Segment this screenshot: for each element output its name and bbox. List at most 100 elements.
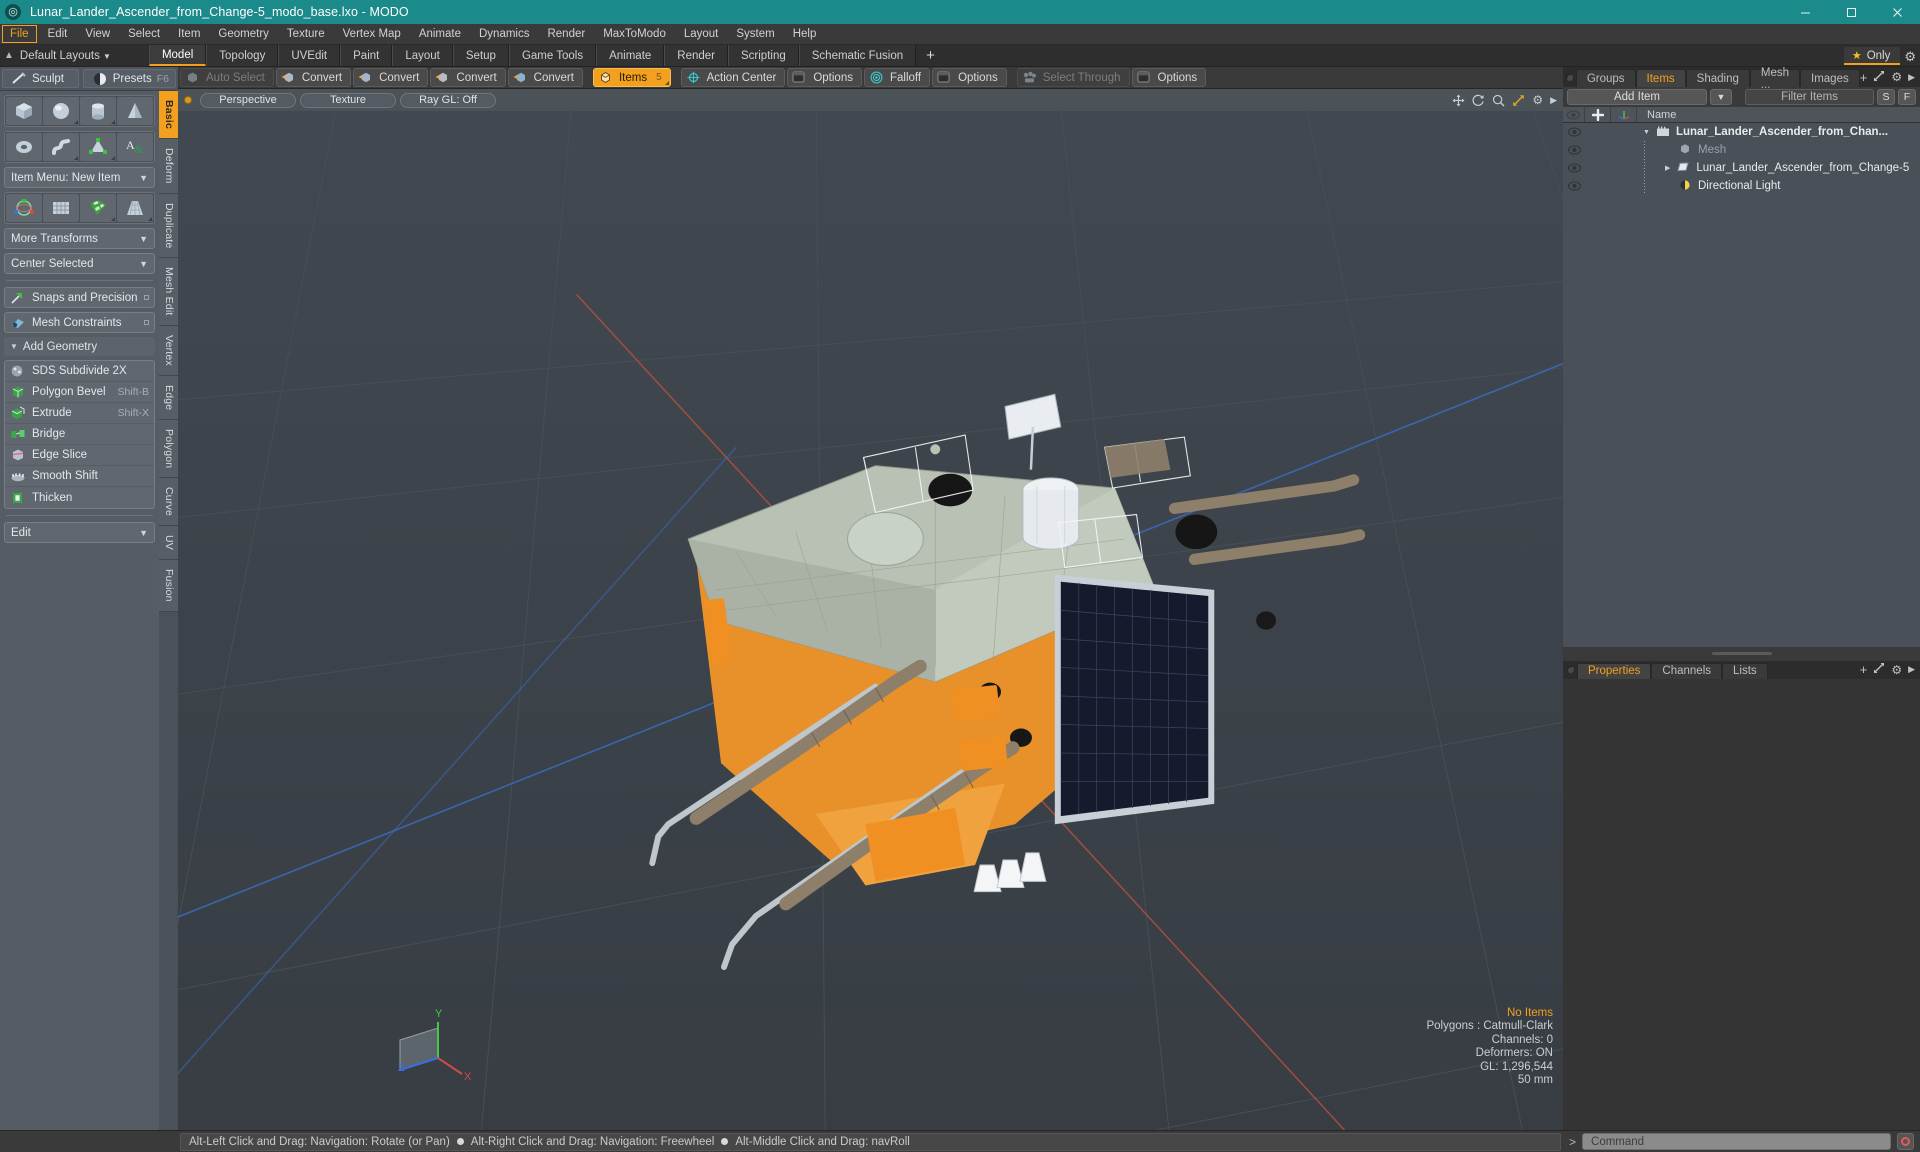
add-item-button[interactable]: Add Item xyxy=(1567,89,1707,105)
menu-item-dynamics[interactable]: Dynamics xyxy=(470,24,538,44)
table-row[interactable]: ▶ Lunar_Lander_Ascender_from_Change-5 xyxy=(1563,159,1920,177)
toolbar-button-convert-4[interactable]: Convert xyxy=(507,68,583,87)
menu-item-edit[interactable]: Edit xyxy=(39,24,77,44)
add-geometry-section[interactable]: ▼ Add Geometry xyxy=(4,337,155,356)
menu-item-file[interactable]: File xyxy=(2,25,37,43)
tube-primitive[interactable] xyxy=(43,133,79,161)
raygl-dropdown[interactable]: Ray GL: Off xyxy=(400,92,496,108)
taper-tool[interactable] xyxy=(117,194,153,222)
vertical-tab-edge[interactable]: Edge xyxy=(159,375,178,421)
play-arrow-icon[interactable]: ▶ xyxy=(1908,72,1915,83)
play-arrow-icon[interactable]: ▶ xyxy=(1550,95,1557,105)
layout-collapse-icon[interactable]: ▲ xyxy=(4,50,14,61)
gear-icon[interactable]: ⚙ xyxy=(1532,94,1543,106)
expand-icon[interactable] xyxy=(1873,70,1885,85)
toolbar-button-convert-3[interactable]: Convert xyxy=(430,68,506,87)
layout-tab-game-tools[interactable]: Game Tools xyxy=(508,45,597,66)
layout-tab-setup[interactable]: Setup xyxy=(452,45,509,66)
vertical-tab-curve[interactable]: Curve xyxy=(159,478,178,527)
filter-items-input[interactable]: Filter Items xyxy=(1745,89,1874,105)
toolbar-button-options-9[interactable]: Options xyxy=(932,68,1007,87)
vertical-tab-mesh-edit[interactable]: Mesh Edit xyxy=(159,258,178,326)
layout-tab-scripting[interactable]: Scripting xyxy=(728,45,799,66)
toolbar-button-auto-select-0[interactable]: Auto Select xyxy=(180,68,274,87)
right-tab-items[interactable]: Items xyxy=(1635,69,1686,87)
layout-tab-topology[interactable]: Topology xyxy=(206,45,279,66)
visibility-toggle[interactable] xyxy=(1563,127,1585,137)
vertical-tab-deform[interactable]: Deform xyxy=(159,139,178,194)
vertical-tab-fusion[interactable]: Fusion xyxy=(159,560,178,613)
menu-item-texture[interactable]: Texture xyxy=(278,24,334,44)
panel-splitter[interactable] xyxy=(1563,646,1920,661)
sculpt-button[interactable]: Sculpt xyxy=(2,69,79,88)
viewport-shading-dropdown[interactable]: Texture xyxy=(300,92,396,108)
add-tab-button[interactable]: + xyxy=(1860,70,1868,85)
snaps-and-precision-button[interactable]: Snaps and Precision xyxy=(4,287,155,308)
expander-down-icon[interactable]: ▼ xyxy=(1643,129,1650,136)
toolbar-button-convert-1[interactable]: Convert xyxy=(275,68,352,87)
menu-item-help[interactable]: Help xyxy=(784,24,826,44)
gear-icon[interactable]: ⚙ xyxy=(1891,663,1902,677)
menu-item-select[interactable]: Select xyxy=(119,24,169,44)
toolbar-button-falloff-8[interactable]: Falloff xyxy=(863,68,931,87)
menu-item-view[interactable]: View xyxy=(76,24,119,44)
right-tab-images[interactable]: Images xyxy=(1800,69,1860,87)
play-arrow-icon[interactable]: ▶ xyxy=(1908,664,1915,675)
mesh-grid-tool[interactable] xyxy=(43,194,79,222)
geometry-tool-polygon-bevel[interactable]: Polygon Bevel Shift-B xyxy=(5,382,154,403)
item-name-cell[interactable]: ▼ Lunar_Lander_Ascender_from_Chan... xyxy=(1637,125,1920,139)
viewport-3d[interactable]: Y X Z No Items Polygons : Catmull-Clark … xyxy=(178,111,1563,1130)
torus-primitive[interactable] xyxy=(6,133,42,161)
more-transforms-dropdown[interactable]: More Transforms ▼ xyxy=(4,228,155,249)
item-name-cell[interactable]: Directional Light xyxy=(1637,179,1920,193)
geometry-tool-bridge[interactable]: Bridge xyxy=(5,424,154,445)
layout-tab-layout[interactable]: Layout xyxy=(392,45,453,66)
layout-tab-animate[interactable]: Animate xyxy=(596,45,665,66)
layout-tab-uvedit[interactable]: UVEdit xyxy=(278,45,341,66)
menu-item-render[interactable]: Render xyxy=(538,24,594,44)
vertical-tab-polygon[interactable]: Polygon xyxy=(159,420,178,479)
close-icon[interactable] xyxy=(1874,0,1920,24)
menu-item-geometry[interactable]: Geometry xyxy=(209,24,278,44)
table-row[interactable]: ▼ Lunar_Lander_Ascender_from_Chan... xyxy=(1563,123,1920,141)
options-square-icon[interactable] xyxy=(144,320,149,325)
menu-item-maxtomodo[interactable]: MaxToModo xyxy=(594,24,675,44)
expand-icon[interactable] xyxy=(1873,662,1885,677)
text-primitive[interactable]: A & xyxy=(117,133,153,161)
fit-icon[interactable] xyxy=(1512,94,1525,107)
menu-item-item[interactable]: Item xyxy=(169,24,209,44)
geometry-tool-extrude[interactable]: Extrude Shift-X xyxy=(5,403,154,424)
maximize-icon[interactable] xyxy=(1828,0,1874,24)
vertical-tab-basic[interactable]: Basic xyxy=(159,91,178,140)
right-tab-groups[interactable]: Groups xyxy=(1575,69,1636,87)
gear-icon[interactable]: ⚙ xyxy=(1891,70,1902,84)
item-name-cell[interactable]: Mesh xyxy=(1637,143,1920,157)
visibility-toggle[interactable] xyxy=(1563,181,1585,191)
edit-dropdown[interactable]: Edit ▼ xyxy=(4,522,155,543)
default-layouts-dropdown[interactable]: Default Layouts ▼ xyxy=(20,50,111,62)
visibility-toggle[interactable] xyxy=(1563,163,1585,173)
sphere-primitive[interactable] xyxy=(43,97,79,125)
geometry-tool-thicken[interactable]: Thicken xyxy=(5,487,154,508)
toolbar-button-options-11[interactable]: Options xyxy=(1131,68,1207,87)
layout-tab-paint[interactable]: Paint xyxy=(340,45,393,66)
cone-primitive[interactable] xyxy=(117,97,153,125)
options-square-icon[interactable] xyxy=(144,295,149,300)
expander-right-icon[interactable]: ▶ xyxy=(1665,164,1670,172)
record-icon[interactable] xyxy=(1897,1133,1914,1150)
item-menu-dropdown[interactable]: Item Menu: New Item ▼ xyxy=(4,167,155,188)
toolbar-button-options-7[interactable]: Options xyxy=(787,68,862,87)
menu-item-system[interactable]: System xyxy=(727,24,783,44)
geometry-tool-sds-subdivide-2x[interactable]: SDS Subdivide 2X xyxy=(5,361,154,382)
vertical-tab-uv[interactable]: UV xyxy=(159,526,178,561)
lunar-lander-model[interactable] xyxy=(178,111,1563,1130)
add-item-dropdown[interactable]: ▼ xyxy=(1710,89,1732,105)
cylinder-primitive[interactable] xyxy=(80,97,116,125)
move-icon[interactable] xyxy=(1452,94,1465,107)
add-layout-tab-button[interactable]: + xyxy=(916,45,945,66)
item-name-cell[interactable]: ▶ Lunar_Lander_Ascender_from_Change-5 xyxy=(1637,161,1920,175)
right-tab-shading[interactable]: Shading xyxy=(1685,69,1750,87)
layout-tab-schematic-fusion[interactable]: Schematic Fusion xyxy=(798,45,917,66)
menu-item-vertex-map[interactable]: Vertex Map xyxy=(334,24,410,44)
bottom-tab-channels[interactable]: Channels xyxy=(1651,662,1723,679)
